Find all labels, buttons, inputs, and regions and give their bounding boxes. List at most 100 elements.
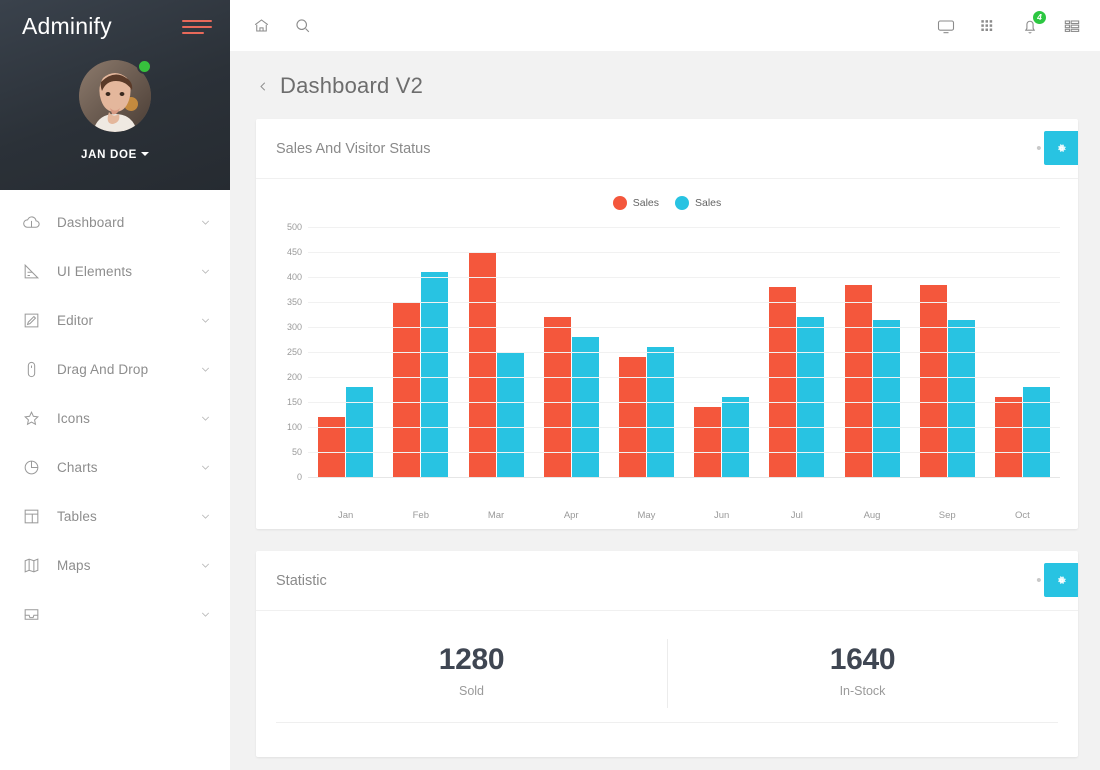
- chart-bar[interactable]: [618, 357, 646, 477]
- sidebar-item-label: Maps: [57, 558, 91, 573]
- chart-bar[interactable]: [496, 352, 524, 477]
- sidebar-item-tables[interactable]: Tables: [0, 492, 230, 541]
- chevron-down-icon[interactable]: [199, 510, 212, 523]
- chart-plot-area: [308, 227, 1060, 478]
- sidebar-username[interactable]: JAN DOE: [0, 149, 230, 161]
- chart-bar[interactable]: [346, 387, 374, 477]
- bell-icon[interactable]: 4: [1020, 9, 1047, 36]
- mouse-icon: [22, 360, 48, 379]
- chevron-down-icon[interactable]: [199, 216, 212, 229]
- chart-bar[interactable]: [994, 397, 1022, 477]
- metric-value: 1640: [829, 643, 896, 676]
- gear-icon: [1057, 575, 1066, 584]
- chart-bar[interactable]: [797, 317, 825, 477]
- chart-bar[interactable]: [646, 347, 674, 477]
- sidebar-header: Adminify JAN DOE: [0, 0, 230, 190]
- search-icon[interactable]: [293, 16, 312, 35]
- x-tick-label: Aug: [863, 510, 881, 521]
- sidebar-item-label: Tables: [57, 509, 97, 524]
- x-tick-label: Sep: [938, 510, 956, 521]
- statistic-card: Statistic ••• 1280 Sold 1640 In-Stock: [256, 551, 1078, 757]
- x-tick-label: Apr: [563, 510, 579, 521]
- legend-item[interactable]: Sales: [675, 196, 721, 210]
- gridline: [308, 252, 1060, 253]
- sidebar-item-icons[interactable]: Icons: [0, 394, 230, 443]
- gridline: [308, 402, 1060, 403]
- sidebar-item-charts[interactable]: Charts: [0, 443, 230, 492]
- notification-badge: 4: [1032, 9, 1047, 25]
- y-tick-label: 300: [286, 322, 302, 332]
- sidebar-item-drag-and-drop[interactable]: Drag And Drop: [0, 345, 230, 394]
- sidebar-item-maps[interactable]: Maps: [0, 541, 230, 590]
- chart-bar[interactable]: [919, 284, 947, 477]
- monitor-icon[interactable]: [936, 16, 956, 36]
- chart-bar[interactable]: [694, 407, 722, 477]
- sidebar-item-ui-elements[interactable]: UI Elements: [0, 247, 230, 296]
- sidebar-user-profile[interactable]: JAN DOE: [0, 59, 230, 161]
- cloud-icon: [22, 213, 48, 232]
- chart-bar[interactable]: [1022, 387, 1050, 477]
- chart-legend: Sales Sales: [274, 193, 1060, 213]
- grid-icon[interactable]: [978, 16, 998, 36]
- statistic-metrics: 1280 Sold 1640 In-Stock: [256, 611, 1078, 722]
- content-scroll: Sales And Visitor Status ••• SalesSales …: [230, 99, 1100, 770]
- sidebar-item-label: Drag And Drop: [57, 362, 149, 377]
- sidebar-item-more[interactable]: [0, 590, 230, 639]
- chart-bar[interactable]: [318, 417, 346, 477]
- chevron-down-icon[interactable]: [199, 314, 212, 327]
- statistic-settings-tab[interactable]: [1044, 563, 1078, 597]
- gridline: [308, 377, 1060, 378]
- chevron-left-icon[interactable]: [256, 79, 271, 94]
- y-tick-label: 0: [296, 472, 302, 482]
- chevron-down-icon[interactable]: [199, 461, 212, 474]
- username-label: JAN DOE: [80, 149, 138, 161]
- x-tick-label: May: [637, 510, 656, 521]
- chart-bar[interactable]: [571, 337, 599, 477]
- metric-label: In-Stock: [839, 684, 886, 698]
- x-tick-label: Mar: [487, 510, 505, 521]
- main-area: 4 Dashboard V2 Sales And Visitor Status …: [230, 0, 1100, 770]
- pencil-square-icon: [22, 311, 48, 330]
- chart-bar[interactable]: [947, 319, 975, 477]
- chart-bar[interactable]: [468, 252, 496, 477]
- chart-container: Sales Sales 0 50 100 150 200 250 300 350 400 450 50…: [256, 179, 1078, 529]
- table-icon: [22, 507, 48, 526]
- chart-bar[interactable]: [393, 302, 421, 477]
- chevron-down-icon[interactable]: [199, 412, 212, 425]
- brand-logo[interactable]: Adminify: [22, 14, 112, 38]
- sidebar-item-label: Editor: [57, 313, 94, 328]
- chart-bar[interactable]: [872, 319, 900, 477]
- y-tick-label: 200: [286, 372, 302, 382]
- gridline: [308, 327, 1060, 328]
- y-tick-label: 450: [286, 247, 302, 257]
- sidebar-item-dashboard[interactable]: Dashboard: [0, 198, 230, 247]
- chevron-down-icon[interactable]: [199, 265, 212, 278]
- sidebar-nav: Dashboard UI Elements Editor Drag And Dr…: [0, 190, 230, 639]
- legend-swatch: [675, 196, 689, 210]
- chevron-down-icon[interactable]: [199, 363, 212, 376]
- chevron-down-icon[interactable]: [199, 608, 212, 621]
- gridline: [308, 452, 1060, 453]
- chart-settings-tab[interactable]: [1044, 131, 1078, 165]
- home-icon[interactable]: [252, 16, 271, 35]
- metric-in-stock: 1640 In-Stock: [667, 637, 1058, 722]
- x-tick-label: Jan: [337, 510, 354, 521]
- list-icon[interactable]: [1062, 16, 1082, 36]
- legend-item[interactable]: Sales: [612, 196, 659, 210]
- legend-label: Sales: [632, 197, 659, 209]
- gridline: [308, 277, 1060, 278]
- chart-bar[interactable]: [769, 287, 797, 477]
- x-tick-label: Feb: [412, 510, 429, 521]
- metric-value: 1280: [438, 643, 505, 676]
- chevron-down-icon[interactable]: [199, 559, 212, 572]
- hamburger-icon[interactable]: [182, 14, 212, 38]
- legend-swatch: [612, 196, 627, 210]
- chart-bar[interactable]: [543, 317, 571, 477]
- gridline: [308, 352, 1060, 353]
- sidebar-item-editor[interactable]: Editor: [0, 296, 230, 345]
- chart-bar[interactable]: [844, 284, 872, 477]
- chart-bar[interactable]: [722, 397, 750, 477]
- sidebar-item-label: UI Elements: [57, 264, 133, 279]
- chart-x-axis: Jan Feb Mar Apr May Jun Jul Aug Sep Oct: [308, 510, 1060, 521]
- sidebar: Adminify JAN DOE Dashboard UI Elements E…: [0, 0, 230, 770]
